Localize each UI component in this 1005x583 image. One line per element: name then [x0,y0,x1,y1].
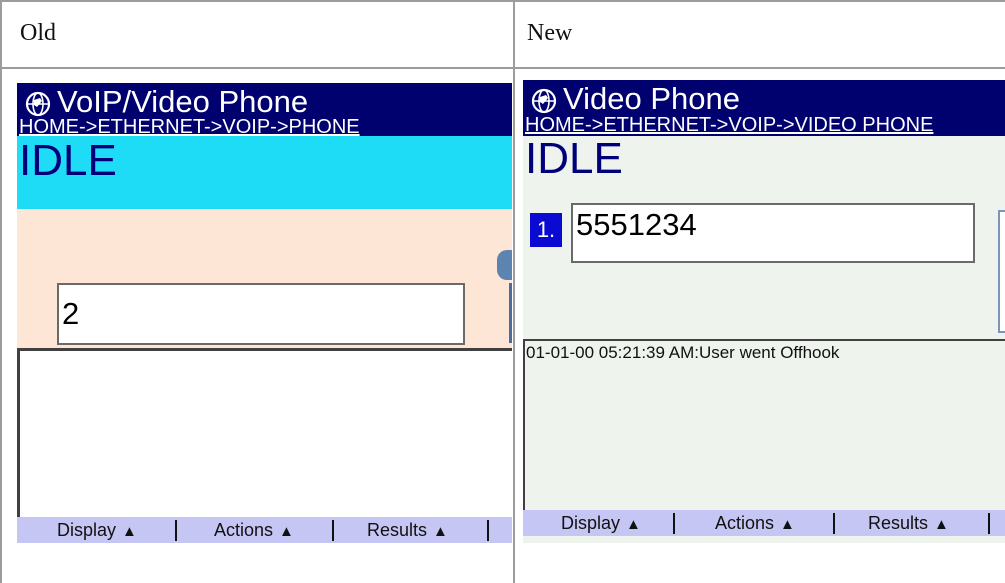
new-menu-results[interactable]: Results ▲ [868,510,949,536]
table-border-header [0,67,1005,69]
old-menu-results[interactable]: Results ▲ [367,517,448,543]
new-video-preview-edge [998,210,1005,333]
old-menu-display-label: Display [57,520,117,540]
triangle-up-icon: ▲ [780,516,795,533]
old-titlebar: VoIP/Video Phone HOME->ETHERNET->VOIP->P… [17,83,512,137]
triangle-up-icon: ▲ [626,516,641,533]
globe-phone-icon [531,88,557,114]
new-dial-input[interactable]: 5551234 [571,203,975,263]
new-menu-actions[interactable]: Actions ▲ [715,510,795,536]
new-breadcrumb[interactable]: HOME->ETHERNET->VOIP->VIDEO PHONE [525,115,933,135]
new-menu-actions-label: Actions [715,513,775,533]
triangle-up-icon: ▲ [122,523,137,540]
new-menu-separator-3 [988,513,990,534]
new-menu-results-label: Results [868,513,929,533]
new-phone-screen: Video Phone HOME->ETHERNET->VOIP->VIDEO … [523,80,1005,543]
header-new: New [527,20,573,46]
old-scroll-knob[interactable] [497,250,512,280]
new-menu-separator-2 [833,513,835,534]
old-menu-separator-3 [487,520,489,541]
new-status-text: IDLE [525,134,623,183]
old-menubar: Display ▲ Actions ▲ Results ▲ [17,517,512,543]
new-menu-display-label: Display [561,513,621,533]
table-border-left [0,0,2,583]
old-menu-separator-1 [175,520,177,541]
old-menu-separator-2 [332,520,334,541]
triangle-up-icon: ▲ [279,523,294,540]
table-border-middle [513,0,515,583]
old-status-text: IDLE [19,136,117,185]
new-line-badge: 1. [530,213,562,247]
old-status-bar: IDLE [17,136,512,209]
new-menu-display[interactable]: Display ▲ [561,510,641,536]
new-titlebar: Video Phone HOME->ETHERNET->VOIP->VIDEO … [523,80,1005,136]
triangle-up-icon: ▲ [934,516,949,533]
old-dial-input[interactable]: 2 [57,283,465,345]
old-log-area [17,348,512,518]
header-old: Old [20,20,56,46]
old-menu-actions[interactable]: Actions ▲ [214,517,294,543]
old-menu-results-label: Results [367,520,428,540]
globe-phone-icon [25,91,51,117]
old-side-line [509,283,512,343]
new-app-title: Video Phone [563,81,740,116]
new-menu-separator-1 [673,513,675,534]
old-menu-actions-label: Actions [214,520,274,540]
old-menu-display[interactable]: Display ▲ [57,517,137,543]
new-log-text: 01-01-00 05:21:39 AM:User went Offhook [526,343,840,362]
old-breadcrumb[interactable]: HOME->ETHERNET->VOIP->PHONE [19,117,360,137]
new-status-bar: IDLE [523,136,1005,186]
table-border-top [0,0,1005,2]
new-log-area: 01-01-00 05:21:39 AM:User went Offhook [523,339,1005,516]
old-phone-screen: VoIP/Video Phone HOME->ETHERNET->VOIP->P… [17,83,512,543]
triangle-up-icon: ▲ [433,523,448,540]
new-menubar: Display ▲ Actions ▲ Results ▲ [523,510,1005,536]
